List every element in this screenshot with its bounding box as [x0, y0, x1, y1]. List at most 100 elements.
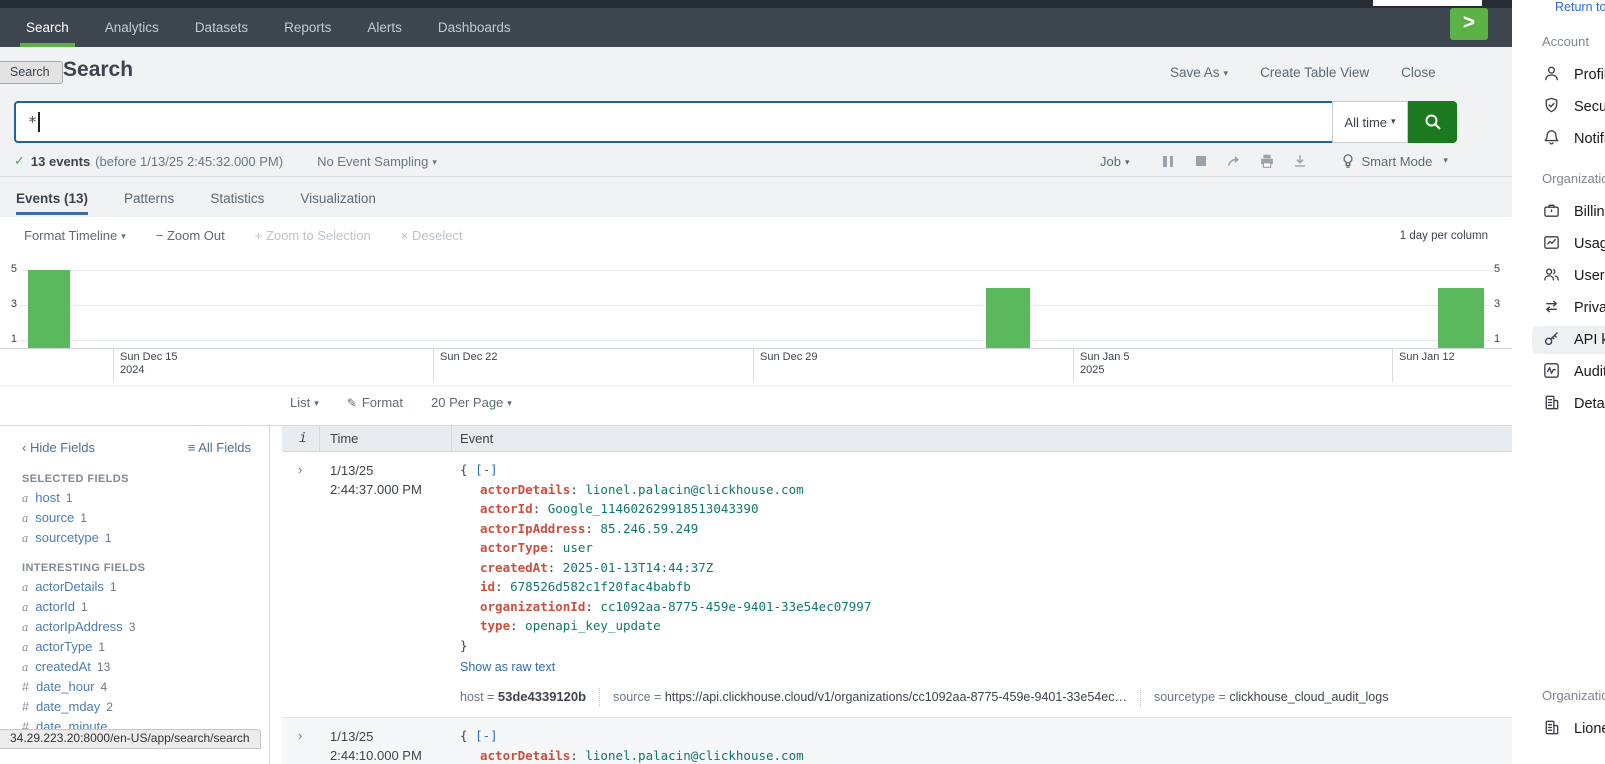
bell-icon: [1542, 128, 1561, 151]
nav-item-dashboards[interactable]: Dashboards: [420, 8, 529, 47]
search-input[interactable]: *: [14, 101, 1344, 143]
show-raw-text-link[interactable]: Show as raw text: [460, 658, 1512, 678]
tab-events13[interactable]: Events (13): [16, 191, 88, 215]
sidebar-item-audit[interactable]: Audit: [1542, 356, 1605, 388]
field-date_mday[interactable]: #date_mday2: [0, 697, 269, 717]
json-key[interactable]: actorIpAddress: [480, 521, 585, 536]
json-value[interactable]: 85.246.59.249: [600, 521, 698, 536]
field-name: createdAt: [35, 659, 91, 674]
hide-fields-link[interactable]: ‹ Hide Fields: [22, 440, 95, 455]
search-button[interactable]: [1408, 101, 1457, 143]
tab-patterns[interactable]: Patterns: [124, 191, 174, 215]
json-value[interactable]: lionel.palacin@clickhouse.com: [585, 482, 803, 497]
json-key[interactable]: createdAt: [480, 560, 548, 575]
action-save-as[interactable]: Save As▾: [1170, 65, 1228, 80]
tab-visualization[interactable]: Visualization: [300, 191, 376, 215]
sidebar-item-security[interactable]: Security: [1542, 91, 1605, 123]
meta-host[interactable]: host = 53de4339120b: [460, 687, 586, 708]
json-key[interactable]: id: [480, 579, 495, 594]
job-menu[interactable]: Job▾: [1100, 154, 1130, 169]
nav-item-alerts[interactable]: Alerts: [349, 8, 420, 47]
json-value[interactable]: 678526d582c1f20fac4babfb: [510, 579, 691, 594]
json-key[interactable]: actorDetails: [480, 482, 570, 497]
histogram-bar[interactable]: [986, 288, 1030, 349]
deselect-button[interactable]: × Deselect: [401, 228, 463, 243]
json-key[interactable]: actorId: [480, 501, 533, 516]
json-value[interactable]: lionel.palacin@clickhouse.com: [585, 748, 803, 763]
job-controls: Job▾ Smart Mode▾: [1100, 151, 1448, 171]
field-actorDetails[interactable]: aactorDetails1: [0, 577, 269, 597]
sidebar-item-notifications[interactable]: Notifications: [1542, 123, 1605, 155]
zoom-to-selection-button[interactable]: + Zoom to Selection: [255, 228, 371, 243]
format-timeline-menu[interactable]: Format Timeline▾: [24, 228, 126, 243]
events-histogram[interactable]: [0, 258, 1512, 349]
zoom-out-button[interactable]: − Zoom Out: [156, 228, 225, 243]
list-type-menu[interactable]: List▾: [290, 395, 319, 410]
action-create-table-view[interactable]: Create Table View: [1260, 65, 1369, 80]
action-close[interactable]: Close: [1401, 65, 1436, 80]
search-mode-menu[interactable]: Smart Mode▾: [1341, 153, 1448, 169]
json-value[interactable]: user: [563, 540, 593, 555]
expand-chevron-icon[interactable]: ›: [298, 728, 302, 743]
fields-sidebar: ‹ Hide Fields ≡ All Fields SELECTED FIEL…: [0, 426, 270, 764]
tab-statistics[interactable]: Statistics: [210, 191, 264, 215]
field-name: actorIpAddress: [35, 619, 122, 634]
all-fields-link[interactable]: ≡ All Fields: [188, 440, 251, 455]
json-colon: :: [548, 540, 563, 555]
json-key[interactable]: actorDetails: [480, 748, 570, 763]
result-count: 13 events: [31, 154, 90, 169]
events-table: i Time Event ›1/13/252:44:37.000 PM{ [-]…: [282, 426, 1512, 764]
event-sampling-menu[interactable]: No Event Sampling▾: [317, 154, 437, 169]
sidebar-item-usage[interactable]: Usage: [1542, 228, 1605, 260]
share-button[interactable]: [1218, 151, 1251, 171]
field-source[interactable]: asource1: [0, 508, 269, 528]
field-date_hour[interactable]: #date_hour4: [0, 677, 269, 697]
y-tick-label: 1: [3, 333, 17, 345]
histogram-bar[interactable]: [1438, 288, 1484, 349]
sidebar-item-profile[interactable]: Profile: [1542, 59, 1605, 91]
event-meta-fields: host = 53de4339120b source = https://api.…: [460, 687, 1512, 708]
json-value[interactable]: 2025-01-13T14:44:37Z: [563, 560, 714, 575]
nav-item-reports[interactable]: Reports: [266, 8, 349, 47]
sidebar-item-label: Notifications: [1574, 131, 1605, 147]
sidebar-item-api-keys[interactable]: API keys: [1542, 324, 1605, 356]
field-actorType[interactable]: aactorType1: [0, 637, 269, 657]
expand-chevron-icon[interactable]: ›: [298, 462, 302, 477]
json-key[interactable]: type: [480, 618, 510, 633]
sidebar-item-billing[interactable]: Billing: [1542, 196, 1605, 228]
list-controls: List▾ ✎Format 20 Per Page▾: [290, 395, 512, 410]
nav-item-analytics[interactable]: Analytics: [87, 8, 177, 47]
sidebar-item-users[interactable]: Users: [1542, 260, 1605, 292]
field-actorIpAddress[interactable]: aactorIpAddress3: [0, 617, 269, 637]
field-type-icon: a: [22, 620, 28, 634]
nav-item-search[interactable]: Search: [8, 8, 87, 47]
json-key[interactable]: organizationId: [480, 599, 585, 614]
json-collapse-toggle[interactable]: [-]: [475, 728, 498, 743]
pause-button[interactable]: [1152, 151, 1185, 171]
export-button[interactable]: [1284, 151, 1317, 171]
splunk-logo[interactable]: >: [1450, 8, 1488, 40]
building-icon: [1542, 718, 1561, 741]
field-actorId[interactable]: aactorId1: [0, 597, 269, 617]
json-collapse-toggle[interactable]: [-]: [475, 462, 498, 477]
meta-source[interactable]: source = https://api.clickhouse.cloud/v1…: [599, 688, 1127, 708]
field-sourcetype[interactable]: asourcetype1: [0, 528, 269, 548]
histogram-bar[interactable]: [28, 270, 70, 348]
stop-button[interactable]: [1185, 151, 1218, 171]
time-range-picker[interactable]: All time▾: [1332, 101, 1408, 143]
sidebar-item-private-endpoints[interactable]: Private endpoints: [1542, 292, 1605, 324]
format-menu[interactable]: ✎Format: [347, 395, 403, 410]
per-page-menu[interactable]: 20 Per Page▾: [431, 395, 512, 410]
field-host[interactable]: ahost1: [0, 488, 269, 508]
json-value[interactable]: openapi_key_update: [525, 618, 660, 633]
json-key[interactable]: actorType: [480, 540, 548, 555]
divider: [0, 176, 1512, 177]
sidebar-item-details[interactable]: Details: [1542, 388, 1605, 420]
print-button[interactable]: [1251, 151, 1284, 171]
json-value[interactable]: cc1092aa-8775-459e-9401-33e54ec07997: [600, 599, 871, 614]
field-createdAt[interactable]: acreatedAt13: [0, 657, 269, 677]
json-value[interactable]: Google_114602629918513043390: [548, 501, 759, 516]
meta-sourcetype[interactable]: sourcetype = clickhouse_cloud_audit_logs: [1140, 688, 1389, 708]
nav-item-datasets[interactable]: Datasets: [177, 8, 266, 47]
sidebar-item-lionel-palacin[interactable]: Lionel Palacin: [1542, 713, 1605, 745]
